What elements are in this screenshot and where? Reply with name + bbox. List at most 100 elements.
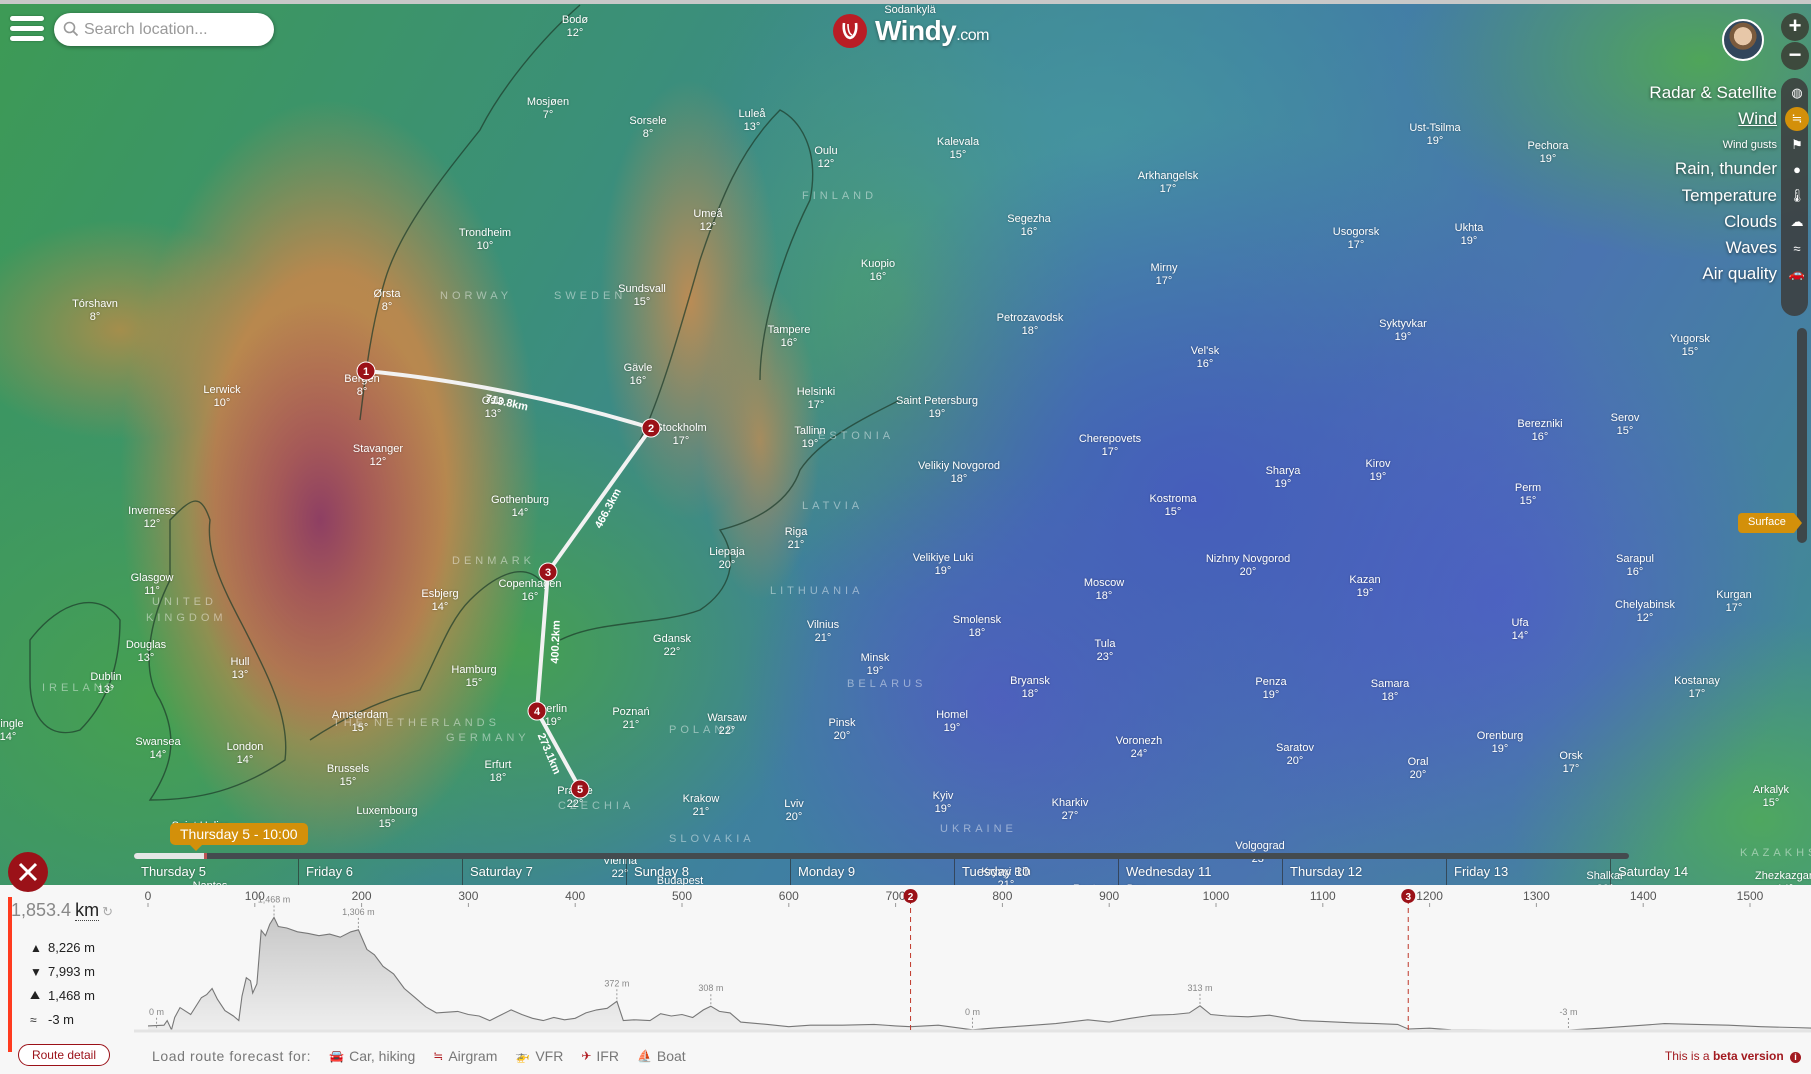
timeline-day[interactable]: Sunday 8 xyxy=(626,859,790,885)
layer-label: Wind gusts xyxy=(1722,139,1777,151)
layer-label: Wind xyxy=(1738,109,1777,128)
route-forecast-vfr[interactable]: 🚁 VFR xyxy=(515,1048,563,1064)
search-box[interactable] xyxy=(54,13,274,46)
mountain-icon: ⛰ xyxy=(30,988,41,1002)
close-icon xyxy=(18,862,38,882)
windy-logo-icon xyxy=(833,14,867,48)
x-tick-label: 400 xyxy=(565,889,585,903)
car-icon: 🚘 xyxy=(329,1048,345,1063)
route-forecast-option-label: Airgram xyxy=(448,1047,498,1064)
search-icon xyxy=(63,21,79,37)
elevation-annotation: 308 m xyxy=(698,983,723,993)
route-waypoint-marker[interactable]: 4 xyxy=(527,701,547,721)
cloud-icon: ☁ xyxy=(1790,214,1804,229)
route-forecast-boat[interactable]: ⛵ Boat xyxy=(637,1048,686,1064)
route-forecast-ifr[interactable]: ✈ IFR xyxy=(581,1048,619,1064)
descent-stat: ▼ 7,993 m xyxy=(30,964,95,979)
route-leg[interactable] xyxy=(546,426,653,574)
beta-prefix: This is a xyxy=(1664,1049,1710,1063)
x-tick-label: 300 xyxy=(458,889,478,903)
elevation-annotation: 372 m xyxy=(604,978,629,988)
windy-app: Bodø 12° Sodankylä Tórshavn 8° Mosjøen 7° Sorse… xyxy=(0,0,1811,1074)
altitude-surface-badge[interactable]: Surface xyxy=(1738,513,1802,533)
waypoint-number: 1 xyxy=(363,366,369,378)
route-waypoint-marker[interactable]: 1 xyxy=(356,361,376,381)
zoom-in-button[interactable]: + xyxy=(1781,13,1809,41)
min-elevation-stat: ≈ -3 m xyxy=(30,1012,74,1027)
weather-map[interactable]: Bodø 12° Sodankylä Tórshavn 8° Mosjøen 7° Sorse… xyxy=(0,0,1811,885)
route-forecast-airgram[interactable]: ≒ Airgram xyxy=(433,1048,497,1064)
x-tick-label: 1300 xyxy=(1523,889,1550,903)
x-tick-label: 600 xyxy=(779,889,799,903)
hamburger-menu-button[interactable] xyxy=(8,14,44,42)
timeline-current-time: Thursday 5 - 10:00 xyxy=(170,823,308,851)
layer-label: Air quality xyxy=(1702,264,1777,283)
route-forecast-option-label: Boat xyxy=(656,1047,686,1064)
route-forecast-car-hiking[interactable]: 🚘 Car, hiking xyxy=(329,1048,415,1064)
timeline-day[interactable]: Tuesday 10 xyxy=(954,859,1118,885)
globe-icon: ◍ xyxy=(1791,85,1803,100)
timeline-day[interactable]: Friday 6 xyxy=(298,859,462,885)
distance-unit-toggle[interactable]: km xyxy=(75,900,100,921)
zoom-out-button[interactable]: − xyxy=(1781,42,1809,70)
layer-item-air-quality[interactable]: Air quality 🚗 xyxy=(1702,259,1805,289)
airplane-icon: ✈ xyxy=(581,1048,592,1063)
timeline-day[interactable]: Saturday 7 xyxy=(462,859,626,885)
logo-wordmark: Windy xyxy=(875,15,957,46)
car-icon: 🚗 xyxy=(1788,266,1806,281)
waypoint-number: 5 xyxy=(577,784,583,796)
timeline-day[interactable]: Thursday 12 xyxy=(1282,859,1446,885)
beta-notice[interactable]: This is a beta version i xyxy=(1665,1049,1801,1063)
waves-icon: ≈ xyxy=(1793,240,1801,256)
route-waypoint-marker[interactable]: 5 xyxy=(570,779,590,799)
timeline-day[interactable]: Friday 13 xyxy=(1446,859,1610,885)
x-tick-label: 900 xyxy=(1099,889,1119,903)
user-avatar[interactable] xyxy=(1722,19,1764,61)
info-icon: i xyxy=(1790,1052,1801,1063)
route-waypoint-marker[interactable]: 3 xyxy=(538,562,558,582)
x-tick-label: 200 xyxy=(352,889,372,903)
arrow-up-icon: ▲ xyxy=(30,940,42,955)
route-distance: 1,853.4 km ↻ xyxy=(11,900,113,921)
close-route-button[interactable] xyxy=(8,852,48,892)
altitude-slider[interactable] xyxy=(1797,328,1807,543)
ascent-stat: ▲ 8,226 m xyxy=(30,940,95,955)
layer-item-rain-thunder[interactable]: Rain, thunder ● xyxy=(1674,154,1801,184)
search-input[interactable] xyxy=(84,20,264,39)
elevation-profile-chart[interactable]: 0 100 200 300 400 500 600 700 800 900 1000 1100 1200… xyxy=(134,885,1811,1037)
waypoint-number: 4 xyxy=(534,706,541,718)
route-detail-button[interactable]: Route detail xyxy=(18,1044,110,1066)
max-elevation-stat: ⛰ 1,468 m xyxy=(30,988,95,1003)
route-leg[interactable] xyxy=(535,571,550,712)
ascent-value: 8,226 m xyxy=(48,940,95,955)
elevation-annotation: 0 m xyxy=(965,1007,980,1017)
descent-value: 7,993 m xyxy=(48,964,95,979)
route-leg-distance: 400.2km xyxy=(549,620,563,664)
x-tick-label: 1200 xyxy=(1416,889,1443,903)
logo-suffix: .com xyxy=(956,27,989,44)
elevation-annotation: 1,306 m xyxy=(342,907,375,917)
route-forecast-option-label: IFR xyxy=(596,1047,619,1064)
x-tick-label: 1000 xyxy=(1203,889,1230,903)
raindrop-icon: ● xyxy=(1793,161,1801,177)
timeline-day[interactable]: Wednesday 11 xyxy=(1118,859,1282,885)
route-forecast-bar: Load route forecast for: 🚘 Car, hiking ≒ Ai… xyxy=(134,1037,1811,1074)
route-waypoint-marker[interactable]: 2 xyxy=(641,418,661,438)
route-leg-distance: 466.3km xyxy=(593,486,624,530)
timeline-day[interactable]: Saturday 14 xyxy=(1610,859,1774,885)
sea-level-icon: ≈ xyxy=(30,1012,37,1027)
elevation-profile[interactable]: 0 100 200 300 400 500 600 700 800 900 1000 1100 1200… xyxy=(134,885,1811,1037)
layer-label: Rain, thunder xyxy=(1674,159,1777,178)
timeline-day[interactable]: Thursday 5 xyxy=(134,859,298,885)
elevation-annotation: 1,468 m xyxy=(258,894,291,904)
min-elevation-value: -3 m xyxy=(48,1012,74,1027)
layer-label: Temperature xyxy=(1681,186,1777,205)
route-forecast-option-label: VFR xyxy=(535,1047,564,1064)
x-tick-label: 700 xyxy=(886,889,906,903)
windy-logo[interactable]: Windy.com xyxy=(833,14,989,48)
window-top-strip xyxy=(0,0,1811,4)
route-stats: 1,853.4 km ↻ ▲ 8,226 m ▼ 7,993 m ⛰ 1,468 m ≈ -… xyxy=(0,885,134,1074)
route-forecast-options: 🚘 Car, hiking ≒ Airgram 🚁 VFR ✈ IFR ⛵ Boat xyxy=(329,1048,704,1064)
refresh-icon[interactable]: ↻ xyxy=(102,904,113,919)
timeline-day[interactable]: Monday 9 xyxy=(790,859,954,885)
